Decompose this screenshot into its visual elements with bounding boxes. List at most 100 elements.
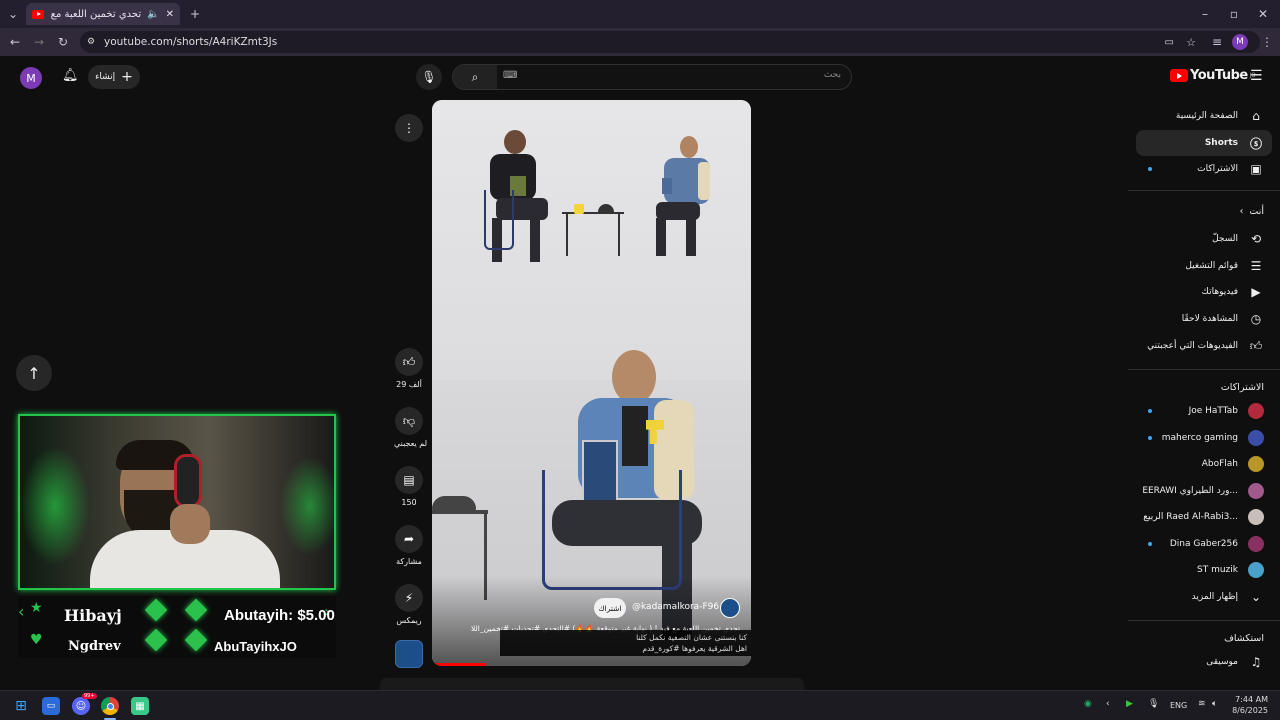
windows-start-icon[interactable]: ⊞ (12, 697, 30, 715)
previous-short-button[interactable]: ↑ (16, 355, 52, 391)
sidebar-item-label: ...Raed Al-Rabi3 الربيع (1143, 512, 1238, 522)
remix-label: ريمكس (396, 616, 422, 625)
sidebar-sub-st-muzik[interactable]: ST muzik (1136, 557, 1272, 583)
comments-button[interactable]: ▤ 150 (394, 466, 424, 507)
sidebar-item-playlists[interactable]: قوائم التشغيل ☰ (1136, 253, 1272, 279)
sidebar-item-label: فيديوهاتك (1201, 287, 1238, 297)
sidebar-sub-raed-al-rabi3[interactable]: ...Raed Al-Rabi3 الربيع (1136, 504, 1272, 530)
you-section-header[interactable]: ‹ أنت (1240, 206, 1264, 217)
forward-icon[interactable]: → (30, 33, 48, 51)
back-icon[interactable]: ← (6, 33, 24, 51)
sidebar-item-home[interactable]: الصفحة الرئيسية ⌂ (1136, 103, 1272, 129)
chevron-left-icon: ‹ (1239, 206, 1244, 217)
playlist-icon: ☰ (1250, 259, 1262, 273)
tray-arrow-icon[interactable]: ‹ (1106, 699, 1110, 709)
green-gem-icon (144, 628, 168, 652)
bracket-left-icon: ‹ (18, 602, 25, 621)
tab-search-icon[interactable]: ⌄ (4, 5, 22, 23)
reload-icon[interactable]: ↻ (54, 33, 72, 51)
clock[interactable]: 7:44 AM 8/6/2025 (1232, 694, 1268, 716)
sidebar-sub-dina-gaber[interactable]: Dina Gaber256 (1136, 531, 1272, 557)
channel-name[interactable]: @kadamalkora-F96 (632, 602, 719, 612)
taskbar-store-icon[interactable]: ▦ (131, 697, 149, 715)
sidebar-item-history[interactable]: السجلّ ⟲ (1136, 226, 1272, 252)
taskbar-discord-icon[interactable]: ☺ 99+ (72, 693, 97, 715)
sidebar-show-more[interactable]: إظهار المزيد ⌄ (1136, 584, 1272, 610)
thumbs-down-icon: 👎︎ (395, 407, 423, 435)
browser-tab-bar: ⌄ تحدي تخمين اللعبة مع ثيم فيد... 🔈 ✕ + … (0, 0, 1280, 28)
browser-toolbar: ← → ↻ ⚙ youtube.com/shorts/A4riKZmt3Js ▭… (0, 28, 1280, 56)
plus-icon: + (121, 69, 133, 85)
sidebar-item-music[interactable]: موسيقى ♫ (1136, 649, 1272, 675)
tray-microphone-icon[interactable]: 🎙︎ (1148, 699, 1159, 709)
heart-icon: ♥ (30, 632, 43, 648)
youtube-logo[interactable]: YouTube JO (1170, 68, 1256, 83)
webcam-overlay (18, 414, 336, 590)
video-frame-wide-shot (432, 100, 751, 380)
history-icon: ⟲ (1250, 232, 1262, 246)
sidebar-sub-joe-hattab[interactable]: Joe HaTTab (1136, 398, 1272, 424)
channel-avatar[interactable] (720, 598, 740, 618)
sidebar-item-liked-videos[interactable]: الفيديوهات التي أعجبتني 👍︎ (1136, 333, 1272, 359)
comment-count: 150 (401, 498, 417, 507)
bookmark-star-icon[interactable]: ☆ (1186, 36, 1196, 49)
search-input[interactable]: بحث (824, 70, 841, 80)
sidebar-sub-eerawi[interactable]: ...ورد الطيراوي EERAWI (1136, 478, 1272, 504)
guide-menu-icon[interactable]: ☰ (1250, 68, 1263, 84)
browser-menu-icon[interactable]: ⋮ (1258, 33, 1276, 51)
subscribe-button[interactable]: اشتراك (594, 598, 626, 618)
voice-search-button[interactable]: 🎙︎ (416, 64, 442, 90)
remix-button[interactable]: ⚡ ريمكس (394, 584, 424, 625)
close-tab-icon[interactable]: ✕ (166, 9, 174, 20)
sidebar-sub-maherco-gaming[interactable]: maherco gaming (1136, 425, 1272, 451)
search-button[interactable]: ⌕ (453, 65, 497, 89)
share-label: مشاركة (396, 557, 422, 566)
sidebar-item-subscriptions[interactable]: الاشتراكات ▣ (1136, 156, 1272, 182)
keyboard-icon[interactable]: ⌨ (503, 70, 517, 81)
channel-avatar (1248, 456, 1264, 472)
audio-icon[interactable]: 🔈 (147, 9, 159, 20)
video-progress-bar[interactable] (432, 663, 751, 666)
site-info-icon[interactable]: ⚙ (87, 37, 95, 47)
wifi-icon[interactable]: ≋ (1198, 699, 1206, 709)
sound-thumbnail[interactable] (395, 640, 423, 668)
video-person-left (476, 130, 556, 270)
address-bar[interactable]: ⚙ youtube.com/shorts/A4riKZmt3Js ▭ ☆ (80, 31, 1260, 53)
input-language[interactable]: ENG (1170, 701, 1187, 710)
tray-status-icon[interactable]: ◉ (1084, 699, 1092, 709)
notifications-bell-icon[interactable]: 🔔︎ (62, 68, 79, 83)
reading-list-icon[interactable]: ≡ (1208, 33, 1226, 51)
tray-play-icon[interactable]: ▶ (1126, 699, 1133, 709)
browser-tab[interactable]: تحدي تخمين اللعبة مع ثيم فيد... 🔈 ✕ (26, 3, 180, 25)
shorts-video-player[interactable]: @kadamalkora-F96 اشتراك تحدي تخمين اللعب… (432, 100, 751, 666)
account-avatar[interactable]: M (20, 67, 42, 89)
sidebar-item-shorts[interactable]: Shorts ⓢ (1136, 130, 1272, 156)
home-icon: ⌂ (1252, 109, 1260, 123)
maximize-icon[interactable]: ▫ (1225, 5, 1243, 23)
sidebar-item-label: ST muzik (1197, 565, 1238, 575)
cast-icon[interactable]: ▭ (1165, 37, 1174, 48)
profile-avatar[interactable]: M (1232, 34, 1248, 50)
more-options-button[interactable]: ⋮ (394, 114, 424, 142)
share-button[interactable]: ➦ مشاركة (394, 525, 424, 566)
sidebar-divider (1128, 620, 1280, 621)
close-window-icon[interactable]: ✕ (1254, 5, 1272, 23)
donor-name-1: Hibayj (64, 605, 122, 625)
thumbs-up-icon: 👍︎ (395, 348, 423, 376)
star-icon: ★ (30, 600, 43, 616)
create-button[interactable]: إنشاء + (88, 65, 140, 89)
taskbar-file-explorer-icon[interactable]: ▭ (42, 697, 60, 715)
clock-time: 7:44 AM (1235, 695, 1268, 704)
like-count: 29 ألف (396, 380, 422, 389)
youtube-favicon-icon (32, 9, 44, 19)
new-tab-icon[interactable]: + (186, 5, 204, 23)
like-button[interactable]: 👍︎ 29 ألف (394, 348, 424, 389)
minimize-icon[interactable]: – (1196, 5, 1214, 23)
sidebar-item-watch-later[interactable]: المشاهدة لاحقًا ◷ (1136, 306, 1272, 332)
taskbar-chrome-icon[interactable] (101, 697, 119, 715)
sidebar-item-your-videos[interactable]: فيديوهاتك ▶ (1136, 279, 1272, 305)
search-box[interactable]: ⌕ ⌨ بحث (452, 64, 852, 90)
volume-icon[interactable]: 🔈︎ (1212, 699, 1217, 709)
dislike-button[interactable]: 👎︎ لم يعجبني (394, 407, 427, 448)
sidebar-sub-aboflah[interactable]: AboFlah (1136, 451, 1272, 477)
